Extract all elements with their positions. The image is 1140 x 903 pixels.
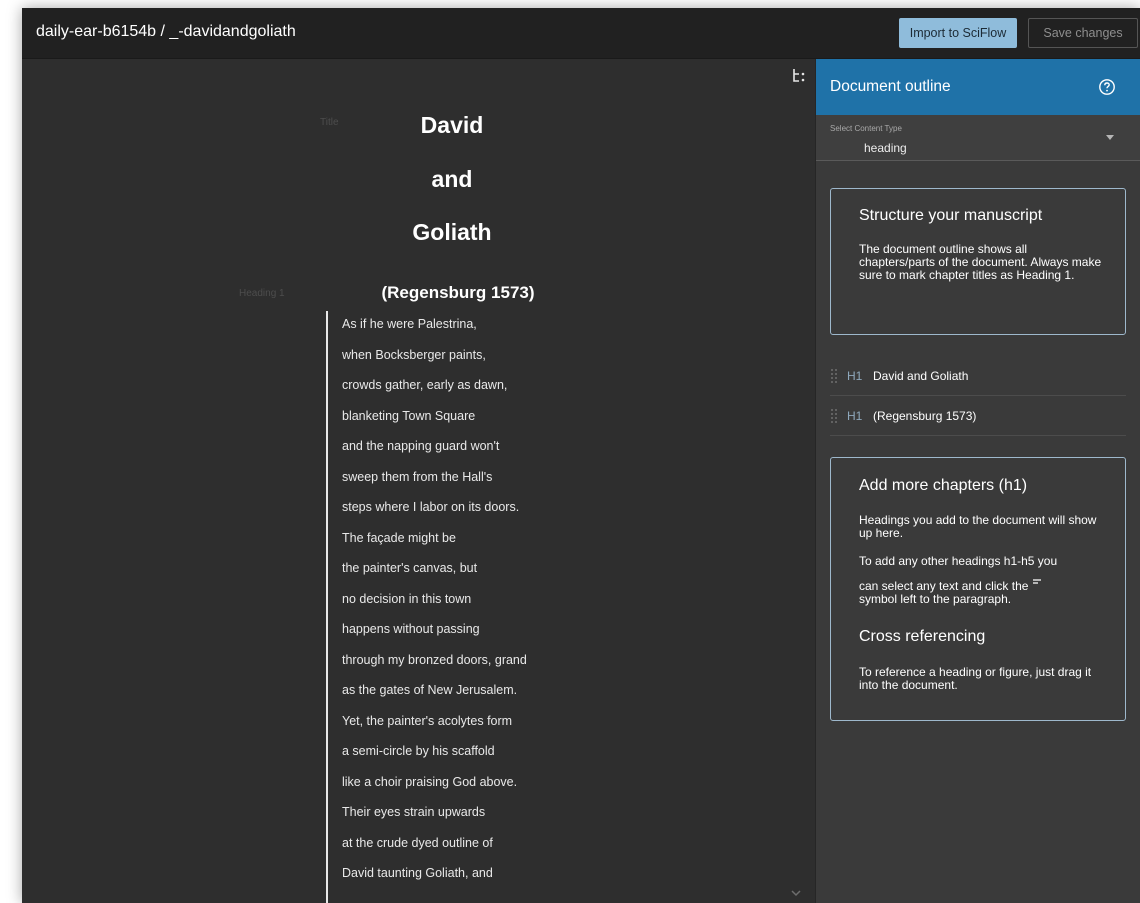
verse-line[interactable]: blanketing Town Square (342, 409, 475, 423)
select-value: heading (864, 141, 907, 155)
verse-line[interactable]: sweep them from the Hall's (342, 470, 492, 484)
verse-line[interactable]: steps where I labor on its doors. (342, 500, 519, 514)
card-text: To reference a heading or figure, just d… (859, 665, 1092, 692)
document-path: daily-ear-b6154b / _-davidandgoliath (36, 23, 296, 40)
outline-item[interactable]: H1 (Regensburg 1573) (830, 396, 1126, 436)
verse-line[interactable]: crowds gather, early as dawn, (342, 378, 507, 392)
tree-structure-icon[interactable] (790, 67, 808, 85)
outline-item[interactable]: H1 David and Goliath (830, 356, 1126, 396)
card-title: Structure your manuscript (859, 207, 1043, 224)
card-text-part: can select any text and click the (859, 579, 1029, 593)
document-outline-sidebar: Document outline Select Content Type hea… (815, 59, 1140, 903)
verse-line[interactable]: the painter's canvas, but (342, 561, 477, 575)
card-text: To add any other headings h1-h5 you (859, 554, 1058, 568)
card-text: Headings you add to the document will sh… (859, 513, 1097, 540)
editor-pane[interactable]: Title David and Goliath Heading 1 (Regen… (22, 59, 815, 903)
verse-line[interactable]: when Bocksberger paints, (342, 348, 486, 362)
card-title: Add more chapters (h1) (859, 477, 1028, 494)
title-line[interactable]: and (322, 166, 582, 193)
verse-block-bar (326, 311, 328, 903)
verse-line[interactable]: as the gates of New Jerusalem. (342, 683, 517, 697)
outline-item-text: (Regensburg 1573) (873, 409, 977, 423)
import-to-sciflow-button[interactable]: Import to SciFlow (899, 18, 1017, 48)
title-line[interactable]: Goliath (322, 219, 582, 246)
app-window: daily-ear-b6154b / _-davidandgoliath Imp… (22, 8, 1140, 903)
verse-line[interactable]: no decision in this town (342, 592, 471, 606)
chapters-info-card: Add more chapters (h1) Headings you add … (830, 457, 1126, 721)
verse-line[interactable]: Their eyes strain upwards (342, 805, 485, 819)
verse-line[interactable]: happens without passing (342, 622, 480, 636)
sidebar-title: Document outline (830, 78, 951, 95)
verse-line[interactable]: like a choir praising God above. (342, 775, 517, 789)
top-bar: daily-ear-b6154b / _-davidandgoliath Imp… (22, 8, 1140, 59)
dropdown-caret-icon[interactable] (1106, 135, 1114, 140)
question-circle-icon[interactable] (1098, 78, 1116, 96)
heading-level-tag: H1 (847, 409, 863, 423)
select-label: Select Content Type (830, 124, 902, 133)
drag-handle-icon[interactable] (830, 368, 838, 384)
card-subtitle: Cross referencing (859, 628, 986, 645)
drag-handle-icon[interactable] (830, 408, 838, 424)
sidebar-header: Document outline (816, 59, 1140, 115)
save-changes-button[interactable]: Save changes (1028, 18, 1138, 48)
verse-line[interactable]: As if he were Palestrina, (342, 317, 477, 331)
verse-line[interactable]: a semi-circle by his scaffold (342, 744, 495, 758)
verse-line[interactable]: and the napping guard won't (342, 439, 499, 453)
content-type-select[interactable]: Select Content Type heading (816, 115, 1140, 161)
card-text: symbol left to the paragraph. (859, 592, 1012, 606)
verse-line[interactable]: The façade might be (342, 531, 456, 545)
heading-type-label: Heading 1 (239, 288, 285, 299)
verse-line[interactable]: through my bronzed doors, grand (342, 653, 527, 667)
heading-1[interactable]: (Regensburg 1573) (308, 283, 608, 303)
verse-line[interactable]: David taunting Goliath, and (342, 866, 493, 880)
paragraph-menu-icon (1032, 579, 1041, 584)
chevron-down-icon[interactable] (790, 888, 802, 898)
heading-level-tag: H1 (847, 369, 863, 383)
structure-info-card: Structure your manuscript The document o… (830, 188, 1126, 335)
title-line[interactable]: David (322, 112, 582, 139)
verse-line[interactable]: at the crude dyed outline of (342, 836, 493, 850)
outline-item-text: David and Goliath (873, 369, 969, 383)
card-text: can select any text and click the (859, 579, 1104, 593)
card-text: The document outline shows all chapters/… (859, 242, 1102, 282)
verse-line[interactable]: Yet, the painter's acolytes form (342, 714, 512, 728)
